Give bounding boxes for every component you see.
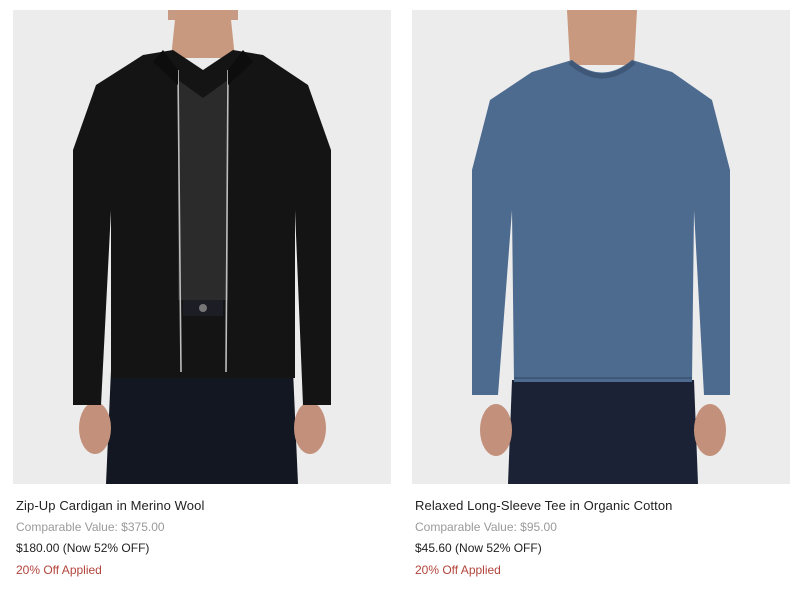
product-info: Relaxed Long-Sleeve Tee in Organic Cotto… <box>412 498 790 577</box>
sale-price: $45.60 (Now 52% OFF) <box>415 541 542 555</box>
product-grid: Zip-Up Cardigan in Merino Wool Comparabl… <box>0 0 800 597</box>
product-card[interactable]: Relaxed Long-Sleeve Tee in Organic Cotto… <box>412 10 790 577</box>
product-title[interactable]: Zip-Up Cardigan in Merino Wool <box>16 498 391 513</box>
cardigan-model-illustration <box>13 10 391 484</box>
promo-badge: 20% Off Applied <box>415 563 501 577</box>
product-info: Zip-Up Cardigan in Merino Wool Comparabl… <box>13 498 391 577</box>
product-title[interactable]: Relaxed Long-Sleeve Tee in Organic Cotto… <box>415 498 790 513</box>
comparable-value: Comparable Value: $375.00 <box>16 520 165 534</box>
product-card[interactable]: Zip-Up Cardigan in Merino Wool Comparabl… <box>13 10 391 577</box>
sale-price: $180.00 (Now 52% OFF) <box>16 541 150 555</box>
promo-badge: 20% Off Applied <box>16 563 102 577</box>
tee-model-illustration <box>412 10 790 484</box>
product-image-tee[interactable] <box>412 10 790 484</box>
comparable-value: Comparable Value: $95.00 <box>415 520 557 534</box>
product-image-cardigan[interactable] <box>13 10 391 484</box>
